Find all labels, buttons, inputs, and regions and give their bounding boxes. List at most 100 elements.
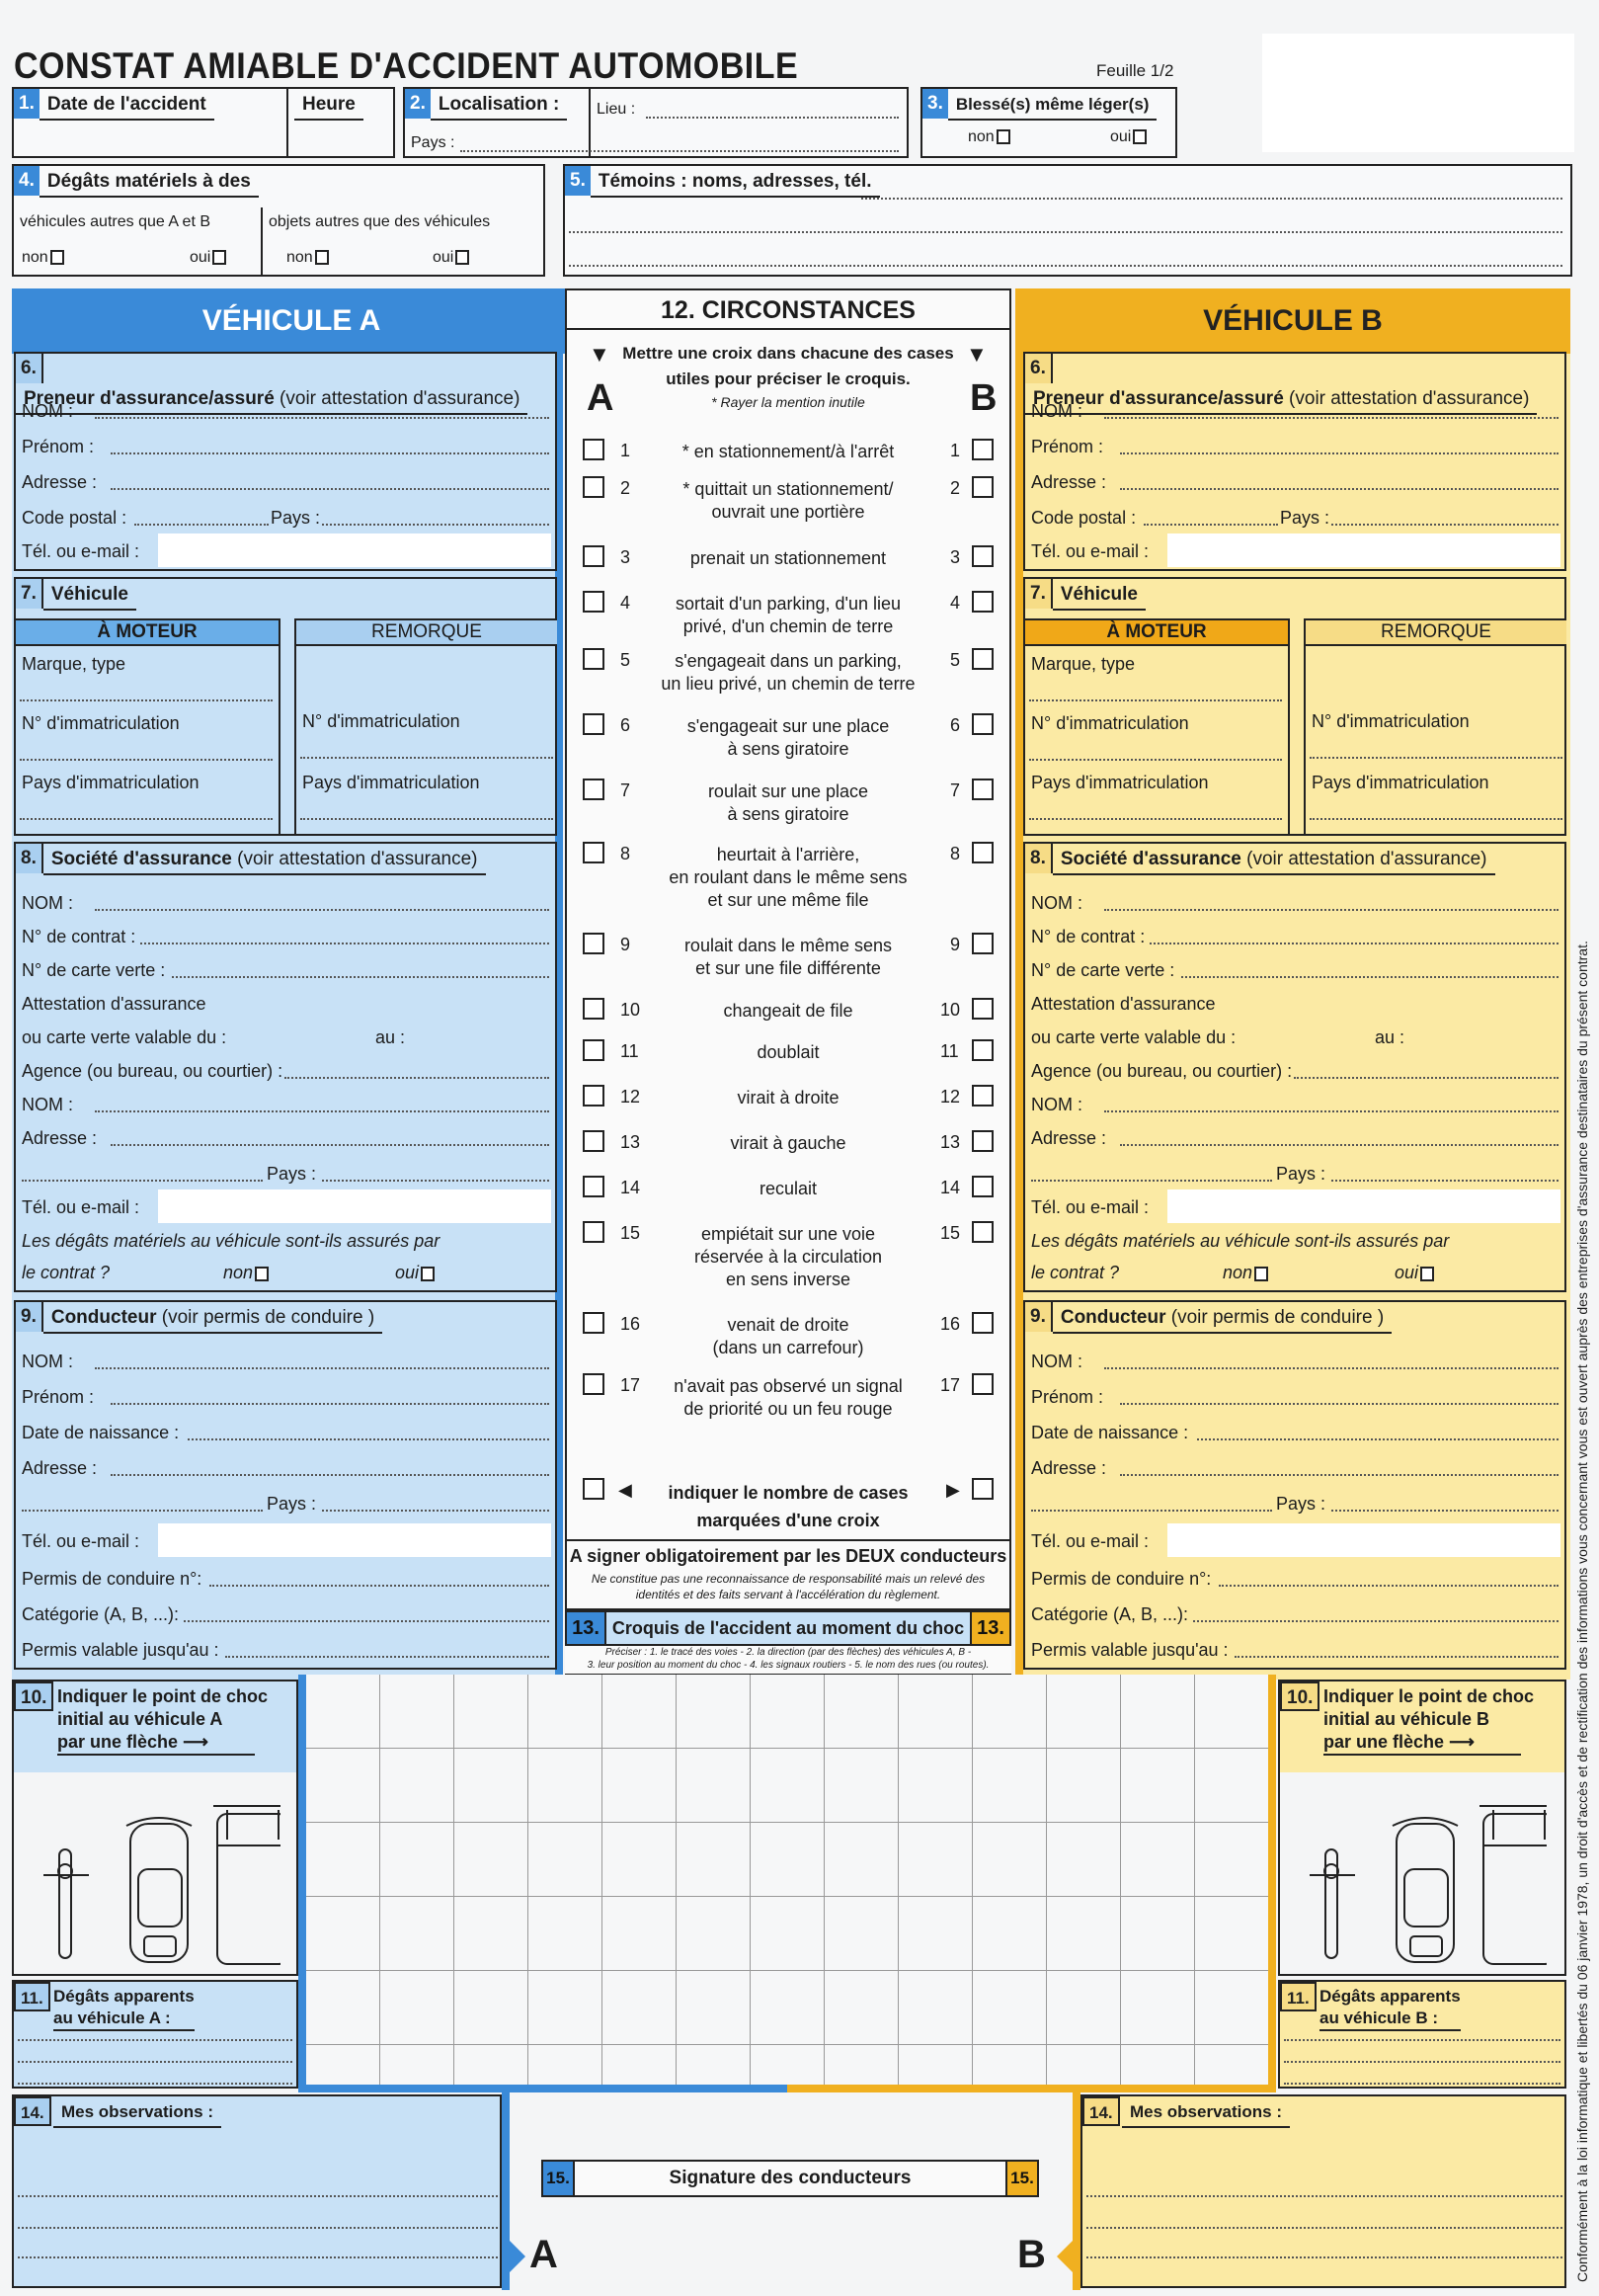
section-number: 10. — [14, 1681, 54, 1711]
b-marque-field[interactable] — [1029, 699, 1282, 701]
witnesses-field-2[interactable] — [569, 231, 1562, 233]
b-holder-nom-field[interactable] — [1104, 417, 1559, 419]
b-permis-field[interactable] — [1219, 1585, 1559, 1587]
a-agence-adresse2-field[interactable] — [22, 1180, 263, 1182]
b-degats-oui[interactable]: oui — [1395, 1263, 1435, 1283]
a-agence-field[interactable] — [284, 1077, 549, 1079]
b-agence-pays-field[interactable] — [1331, 1180, 1559, 1182]
b-holder-cp-field[interactable] — [1144, 524, 1278, 526]
vehicles-oui[interactable]: oui — [190, 249, 227, 267]
b-driver-tel-field[interactable] — [1167, 1523, 1560, 1557]
section-number: 6. — [1025, 354, 1053, 383]
damage-label: Dégâts matériels à des — [39, 166, 259, 198]
b-holder-pays-field[interactable] — [1331, 524, 1559, 526]
objects-non[interactable]: non — [286, 249, 329, 267]
vehicle-diagrams-icon[interactable] — [34, 1780, 280, 1968]
a-permis-field[interactable] — [209, 1585, 549, 1587]
a-holder-pays-field[interactable] — [322, 524, 549, 526]
a-driver-tel-field[interactable] — [158, 1523, 551, 1557]
b-agence-adresse2-field[interactable] — [1031, 1180, 1272, 1182]
a-observations-field-1[interactable] — [18, 2195, 498, 2197]
a-holder-nom-field[interactable] — [95, 417, 549, 419]
a-damage-field-2[interactable] — [18, 2061, 292, 2063]
a-carte-verte-field[interactable] — [172, 976, 549, 978]
b-pays-immat-field[interactable] — [1029, 818, 1282, 820]
form-title: CONSTAT AMIABLE D'ACCIDENT AUTOMOBILE — [14, 45, 799, 86]
signature-a-b-field[interactable] — [523, 2211, 1057, 2286]
lieu-field[interactable] — [646, 117, 899, 119]
b-insurer-nom-field[interactable] — [1104, 909, 1559, 911]
b-holder-prenom-field[interactable] — [1120, 452, 1559, 454]
a-holder-cp-field[interactable] — [134, 524, 269, 526]
b-driver-adresse-field[interactable] — [1120, 1474, 1559, 1476]
b-agence-field[interactable] — [1294, 1077, 1559, 1079]
pays-field[interactable] — [460, 150, 899, 152]
a-damage-field-3[interactable] — [18, 2083, 292, 2085]
b-carte-verte-field[interactable] — [1181, 976, 1559, 978]
circumstance-4-text: privé, d'un chemin de terre — [682, 616, 894, 636]
a-driver-naissance-field[interactable] — [188, 1438, 549, 1440]
a-trailer-immat-field[interactable] — [300, 757, 553, 759]
a-holder-adresse-field[interactable] — [111, 488, 549, 490]
b-observations-field-2[interactable] — [1086, 2227, 1562, 2229]
a-pays-immat-field[interactable] — [20, 818, 273, 820]
injured-non[interactable]: non — [968, 128, 1010, 146]
b-driver-nom-field[interactable] — [1104, 1367, 1559, 1369]
b-trailer-pays-field[interactable] — [1310, 818, 1562, 820]
b-damage-field-2[interactable] — [1284, 2061, 1560, 2063]
a-driver-adresse2-field[interactable] — [22, 1510, 263, 1512]
a-marque-field[interactable] — [20, 699, 273, 701]
b-damage-field-3[interactable] — [1284, 2083, 1560, 2085]
a-agence-pays-field[interactable] — [322, 1180, 549, 1182]
b-holder-adresse-field[interactable] — [1120, 488, 1559, 490]
a-driver-nom-field[interactable] — [95, 1367, 549, 1369]
b-contrat-field[interactable] — [1150, 943, 1559, 944]
b-driver-pays-field[interactable] — [1331, 1510, 1559, 1512]
b-agence-tel-field[interactable] — [1167, 1189, 1560, 1223]
b-degats-non[interactable]: non — [1223, 1263, 1269, 1283]
accident-sketch-canvas[interactable] — [298, 1675, 1276, 2091]
objects-oui[interactable]: oui — [433, 249, 470, 267]
a-agence-nom-field[interactable] — [95, 1110, 549, 1112]
a-degats-oui[interactable]: oui — [395, 1263, 436, 1283]
injured-oui[interactable]: oui — [1110, 128, 1148, 146]
b-driver-adresse2-field[interactable] — [1031, 1510, 1272, 1512]
b-agence-adresse-field[interactable] — [1120, 1144, 1559, 1146]
a-driver-pays-field[interactable] — [322, 1510, 549, 1512]
vehicle-diagrams-icon[interactable] — [1300, 1780, 1547, 1968]
a-driver-prenom-field[interactable] — [111, 1403, 549, 1405]
observations-label: Mes observations : — [1122, 2096, 1290, 2128]
b-driver-prenom-field[interactable] — [1120, 1403, 1559, 1405]
a-agence-tel-field[interactable] — [158, 1189, 551, 1223]
b-agence-nom-field[interactable] — [1104, 1110, 1559, 1112]
pays-immat-label: Pays d'immatriculation — [1031, 773, 1209, 792]
a-insurer-nom-field[interactable] — [95, 909, 549, 911]
instruction-line-2: utiles pour préciser le croquis. — [666, 369, 911, 388]
b-driver-naissance-field[interactable] — [1197, 1438, 1559, 1440]
a-observations-field-3[interactable] — [18, 2256, 498, 2258]
a-observations-field-2[interactable] — [18, 2227, 498, 2229]
b-holder-tel-field[interactable] — [1167, 533, 1560, 567]
witnesses-field-3[interactable] — [569, 265, 1562, 267]
b-valide-field[interactable] — [1235, 1656, 1559, 1658]
a-holder-prenom-field[interactable] — [111, 452, 549, 454]
a-contrat-field[interactable] — [140, 943, 549, 944]
a-agence-adresse-field[interactable] — [111, 1144, 549, 1146]
a-degats-non[interactable]: non — [223, 1263, 270, 1283]
b-trailer-immat-field[interactable] — [1310, 757, 1562, 759]
a-trailer-pays-field[interactable] — [300, 818, 553, 820]
b-observations-field-3[interactable] — [1086, 2256, 1562, 2258]
a-driver-adresse-field[interactable] — [111, 1474, 549, 1476]
a-damage-field-1[interactable] — [18, 2039, 292, 2041]
a-holder-tel-field[interactable] — [158, 533, 551, 567]
witnesses-field-1[interactable] — [861, 198, 1562, 200]
degats-question: Les dégâts matériels au véhicule sont-il… — [1031, 1231, 1450, 1251]
a-immat-field[interactable] — [20, 759, 273, 761]
b-categorie-field[interactable] — [1193, 1620, 1559, 1622]
a-valide-field[interactable] — [225, 1656, 549, 1658]
b-observations-field-1[interactable] — [1086, 2195, 1562, 2197]
a-categorie-field[interactable] — [184, 1620, 549, 1622]
b-immat-field[interactable] — [1029, 759, 1282, 761]
b-damage-field-1[interactable] — [1284, 2039, 1560, 2041]
vehicles-non[interactable]: non — [22, 249, 64, 267]
